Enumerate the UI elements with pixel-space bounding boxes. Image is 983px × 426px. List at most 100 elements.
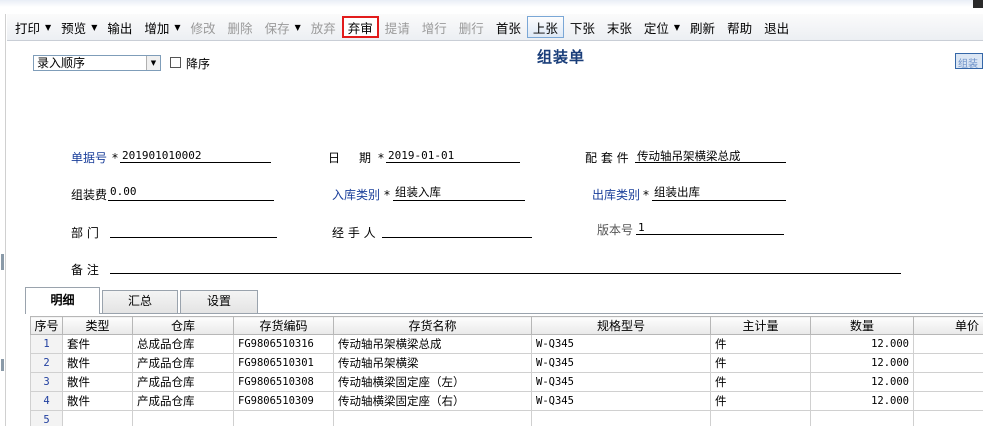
in-type-field[interactable]: 组装入库 <box>395 184 441 200</box>
descending-checkbox[interactable] <box>170 57 181 68</box>
cell-warehouse[interactable]: 产成品仓库 <box>132 391 234 411</box>
table-row[interactable]: 5 <box>30 410 983 426</box>
version-field[interactable]: 1 <box>638 221 645 234</box>
cell-no[interactable]: 3 <box>30 372 63 392</box>
cell-unit[interactable]: 件 <box>710 372 811 392</box>
tab-settings[interactable]: 设置 <box>180 290 258 313</box>
cell-unit[interactable]: 件 <box>710 391 811 411</box>
help-button[interactable]: 帮助 <box>721 16 758 38</box>
cell-warehouse[interactable]: 产成品仓库 <box>132 353 234 373</box>
chevron-down-icon[interactable]: ▼ <box>174 23 180 32</box>
chevron-down-icon[interactable]: ▼ <box>674 23 680 32</box>
cell-unit[interactable] <box>710 410 811 426</box>
doc-no-field[interactable]: 201901010002 <box>122 149 201 162</box>
cell-spec[interactable]: W-Q345 <box>531 334 711 354</box>
delete-row-button[interactable]: 删行 <box>453 16 490 38</box>
col-header-name[interactable]: 存货名称 <box>333 316 532 335</box>
abandon-button[interactable]: 放弃 <box>305 16 342 38</box>
cell-price[interactable] <box>913 334 983 354</box>
next-record-button[interactable]: 下张 <box>564 16 601 38</box>
last-record-button[interactable]: 末张 <box>601 16 638 38</box>
assemble-tab-button[interactable]: 组装 <box>955 53 983 69</box>
cell-spec[interactable]: W-Q345 <box>531 353 711 373</box>
cell-name[interactable]: 传动轴吊架横梁 <box>333 353 532 373</box>
cell-code[interactable]: FG9806510316 <box>233 334 334 354</box>
cell-type[interactable]: 套件 <box>62 334 133 354</box>
cell-price[interactable] <box>913 372 983 392</box>
cell-no[interactable]: 2 <box>30 353 63 373</box>
cell-name[interactable]: 传动轴横梁固定座（右） <box>333 391 532 411</box>
print-button[interactable]: 打印 ▼ <box>9 16 55 38</box>
cell-no[interactable]: 5 <box>30 410 63 426</box>
col-header-warehouse[interactable]: 仓库 <box>132 316 234 335</box>
delete-button[interactable]: 删除 <box>222 16 259 38</box>
col-header-no[interactable]: 序号 <box>30 316 63 335</box>
chevron-down-icon[interactable]: ▼ <box>91 23 97 32</box>
col-header-unit[interactable]: 主计量 <box>710 316 811 335</box>
table-row[interactable]: 4 散件 产成品仓库 FG9806510309 传动轴横梁固定座（右） W-Q3… <box>30 391 983 411</box>
cell-code[interactable] <box>233 410 334 426</box>
cell-unit[interactable]: 件 <box>710 353 811 373</box>
cell-type[interactable]: 散件 <box>62 372 133 392</box>
preview-button[interactable]: 预览 ▼ <box>55 16 101 38</box>
col-header-code[interactable]: 存货编码 <box>233 316 334 335</box>
cell-price[interactable] <box>913 410 983 426</box>
fee-field[interactable]: 0.00 <box>110 185 137 198</box>
window-close-icon[interactable] <box>973 0 983 8</box>
cell-qty[interactable]: 12.000 <box>810 334 914 354</box>
exit-button[interactable]: 退出 <box>758 16 795 38</box>
cell-code[interactable]: FG9806510309 <box>233 391 334 411</box>
chevron-down-icon[interactable]: ▼ <box>45 23 51 32</box>
col-header-price[interactable]: 单价 <box>913 316 983 335</box>
add-row-button[interactable]: 增行 <box>416 16 453 38</box>
tab-summary[interactable]: 汇总 <box>102 290 178 313</box>
cell-price[interactable] <box>913 353 983 373</box>
cell-warehouse[interactable] <box>132 410 234 426</box>
table-row[interactable]: 1 套件 总成品仓库 FG9806510316 传动轴吊架横梁总成 W-Q345… <box>30 334 983 354</box>
col-header-type[interactable]: 类型 <box>62 316 133 335</box>
cell-code[interactable]: FG9806510308 <box>233 372 334 392</box>
cell-qty[interactable] <box>810 410 914 426</box>
tab-detail[interactable]: 明细 <box>25 287 100 314</box>
cell-name[interactable]: 传动轴横梁固定座（左） <box>333 372 532 392</box>
cell-warehouse[interactable]: 产成品仓库 <box>132 372 234 392</box>
prev-record-button[interactable]: 上张 <box>526 16 564 38</box>
table-row[interactable]: 3 散件 产成品仓库 FG9806510308 传动轴横梁固定座（左） W-Q3… <box>30 372 983 392</box>
add-button[interactable]: 增加 ▼ <box>138 16 184 38</box>
cell-name[interactable] <box>333 410 532 426</box>
cell-unit[interactable]: 件 <box>710 334 811 354</box>
cell-spec[interactable]: W-Q345 <box>531 391 711 411</box>
cell-type[interactable] <box>62 410 133 426</box>
locate-button[interactable]: 定位 ▼ <box>638 16 684 38</box>
left-splitter[interactable] <box>0 14 6 426</box>
col-header-qty[interactable]: 数量 <box>810 316 914 335</box>
refresh-button[interactable]: 刷新 <box>684 16 721 38</box>
date-field[interactable]: 2019-01-01 <box>388 149 454 162</box>
output-button[interactable]: 输出 <box>101 16 138 38</box>
unaudit-button[interactable]: 弃审 <box>341 16 379 38</box>
first-record-button[interactable]: 首张 <box>490 16 527 38</box>
sort-order-select[interactable]: 录入顺序 ▼ <box>33 55 161 71</box>
cell-name[interactable]: 传动轴吊架横梁总成 <box>333 334 532 354</box>
cell-spec[interactable]: W-Q345 <box>531 372 711 392</box>
cell-price[interactable] <box>913 391 983 411</box>
cell-spec[interactable] <box>531 410 711 426</box>
detail-grid[interactable]: 序号 类型 仓库 存货编码 存货名称 规格型号 主计量 数量 单价 1 套件 总… <box>30 316 983 426</box>
out-type-field[interactable]: 组装出库 <box>654 184 700 200</box>
cell-type[interactable]: 散件 <box>62 391 133 411</box>
cell-type[interactable]: 散件 <box>62 353 133 373</box>
table-row[interactable]: 2 散件 产成品仓库 FG9806510301 传动轴吊架横梁 W-Q345 件… <box>30 353 983 373</box>
cell-qty[interactable]: 12.000 <box>810 372 914 392</box>
save-button[interactable]: 保存 ▼ <box>259 16 305 38</box>
submit-button[interactable]: 提请 <box>379 16 416 38</box>
cell-qty[interactable]: 12.000 <box>810 353 914 373</box>
cell-qty[interactable]: 12.000 <box>810 391 914 411</box>
cell-no[interactable]: 4 <box>30 391 63 411</box>
cell-warehouse[interactable]: 总成品仓库 <box>132 334 234 354</box>
modify-button[interactable]: 修改 <box>185 16 222 38</box>
chevron-down-icon[interactable]: ▼ <box>295 23 301 32</box>
col-header-spec[interactable]: 规格型号 <box>531 316 711 335</box>
chevron-down-icon[interactable]: ▼ <box>146 56 160 70</box>
cell-code[interactable]: FG9806510301 <box>233 353 334 373</box>
cell-no[interactable]: 1 <box>30 334 63 354</box>
